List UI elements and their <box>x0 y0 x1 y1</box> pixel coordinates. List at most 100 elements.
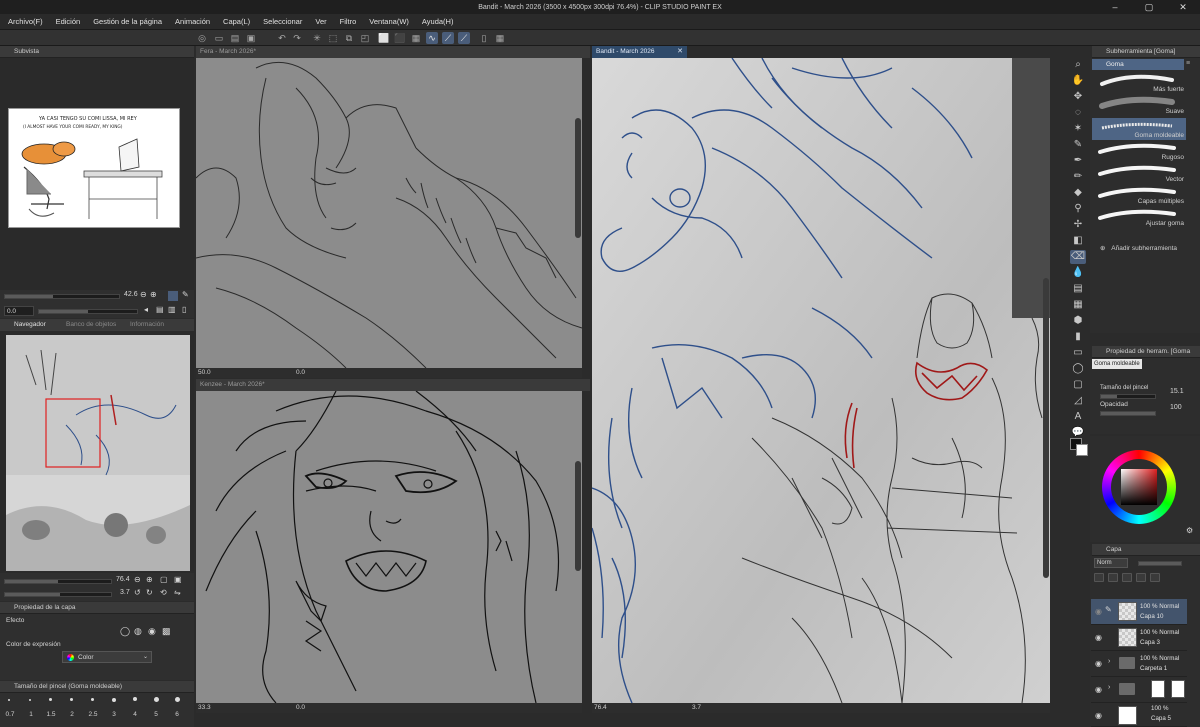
menu-archivo[interactable]: Archivo(F) <box>8 17 43 26</box>
figure-tool-icon[interactable]: ▦ <box>1070 298 1086 312</box>
effect-extract-icon[interactable]: ◉ <box>148 626 156 637</box>
text-tool-icon[interactable]: A <box>1070 410 1086 424</box>
airbrush-tool-icon[interactable]: ⚲ <box>1070 202 1086 216</box>
gradient-tool-icon[interactable]: ▤ <box>1070 282 1086 296</box>
brush-size-chip-8[interactable]: 5 <box>146 711 166 718</box>
layer-row-capa-3[interactable]: ◉ 100 % Normal Capa 3 <box>1091 625 1187 651</box>
eyedropper-tool-icon[interactable]: ✎ <box>1070 138 1086 152</box>
zoom-out-icon[interactable]: ⊖ <box>140 290 147 299</box>
new-folder-icon[interactable] <box>1122 573 1132 582</box>
sub-tool-vector[interactable]: Vector <box>1092 162 1186 184</box>
crop-icon[interactable]: ◰ <box>359 32 371 44</box>
tab-fera[interactable]: Fera - March 2026* <box>196 46 590 58</box>
navigator-preview[interactable] <box>6 335 190 571</box>
brush-size-chip-4[interactable]: 2 <box>62 711 82 718</box>
maximize-button[interactable]: ▢ <box>1132 0 1166 14</box>
lock-layer-icon[interactable] <box>1150 573 1160 582</box>
bandit-scrollbar[interactable] <box>1043 278 1049 578</box>
ruler-tool-icon[interactable]: ◿ <box>1070 394 1086 408</box>
blend-mode-select[interactable]: Norm <box>1094 558 1128 568</box>
tablet-icon[interactable]: ▯ <box>478 32 490 44</box>
panel-tool-icon[interactable]: ▭ <box>1070 346 1086 360</box>
sub-tool-menu-icon[interactable]: ≡ <box>1186 60 1190 67</box>
nav-zoom-in-icon[interactable]: ⊕ <box>146 575 153 584</box>
navigator-rotate-slider[interactable] <box>4 592 112 597</box>
fit-screen-icon[interactable]: ▢ <box>160 575 168 584</box>
rotate-left-icon[interactable]: ↺ <box>134 588 141 597</box>
menu-ver[interactable]: Ver <box>315 17 326 26</box>
effect-tone-icon[interactable]: ◍ <box>134 626 142 637</box>
layer-visibility-icon[interactable]: ◉ <box>1095 607 1102 616</box>
transform-icon[interactable]: ⧉ <box>343 32 355 44</box>
open-file-icon[interactable]: ▤ <box>229 32 241 44</box>
flip-icon[interactable]: ⇋ <box>174 588 181 597</box>
sub-tool-capas-multiples[interactable]: Capas múltiples <box>1092 184 1186 206</box>
move-tool-icon[interactable]: ✥ <box>1070 90 1086 104</box>
save-icon[interactable]: ▣ <box>245 32 257 44</box>
layer-row-folder-2[interactable]: ◉ › <box>1091 677 1187 703</box>
invert-selection-icon[interactable]: ⬛ <box>394 32 406 44</box>
fill-icon[interactable]: ⬚ <box>327 32 339 44</box>
canvas-fera[interactable] <box>196 58 582 368</box>
tab-kenzee[interactable]: Kenzee - March 2026* <box>196 379 590 391</box>
opacity-slider[interactable] <box>1100 411 1156 416</box>
pencil-tool-icon[interactable]: ✏ <box>1070 170 1086 184</box>
tab-bandit[interactable]: Bandit - March 2026 ✕ <box>592 46 687 58</box>
prev-icon[interactable]: ◂ <box>144 305 148 314</box>
effect-border-icon[interactable]: ◯ <box>120 626 130 637</box>
zoom-in-icon[interactable]: ⊕ <box>150 290 157 299</box>
reset-rotation-icon[interactable]: ⟲ <box>160 588 167 597</box>
sub-color-swatch[interactable] <box>1076 444 1088 456</box>
brush-tool-icon[interactable]: ◆ <box>1070 186 1086 200</box>
subview-rotate-slider[interactable] <box>38 309 138 314</box>
pan-icon[interactable] <box>168 291 178 301</box>
trash-icon[interactable]: ▯ <box>182 305 186 314</box>
eraser-tool-icon[interactable]: ⌫ <box>1070 250 1086 264</box>
brush-size-chip-1[interactable]: 0.7 <box>0 711 20 718</box>
frame-tool-icon[interactable]: ▢ <box>1070 378 1086 392</box>
snap-ruler-icon[interactable]: ⟋ <box>442 32 454 44</box>
new-file-icon[interactable]: ▭ <box>213 32 225 44</box>
brush-size-slider[interactable] <box>1100 394 1156 399</box>
menu-filtro[interactable]: Filtro <box>340 17 357 26</box>
canvas-kenzee[interactable] <box>196 391 582 703</box>
chevron-right-icon[interactable]: › <box>1108 684 1110 691</box>
sub-tool-group-tab[interactable]: Goma <box>1092 59 1184 70</box>
clear-icon[interactable]: ✳ <box>311 32 323 44</box>
layer-visibility-icon[interactable]: ◉ <box>1095 685 1102 694</box>
layer-row-carpeta-1[interactable]: ◉ › 100 % Normal Carpeta 1 <box>1091 651 1187 677</box>
add-sub-tool-button[interactable]: ⊕ Añadir subherramienta <box>1100 244 1177 252</box>
open-folder-icon[interactable]: ▤ <box>156 305 164 314</box>
clip-studio-icon[interactable]: ◎ <box>196 32 208 44</box>
rotate-right-icon[interactable]: ↻ <box>146 588 153 597</box>
close-window-button[interactable]: ✕ <box>1166 0 1200 14</box>
menu-ventana[interactable]: Ventana(W) <box>369 17 409 26</box>
tab-navegador[interactable]: Navegador <box>14 319 46 331</box>
sub-tool-suave[interactable]: Suave <box>1092 94 1186 116</box>
navigator-zoom-slider[interactable] <box>4 579 112 584</box>
menu-gestion-pagina[interactable]: Gestión de la página <box>93 17 162 26</box>
sub-tool-ajustar-goma[interactable]: Ajustar goma <box>1092 206 1186 228</box>
layer-opacity-slider[interactable] <box>1138 561 1182 566</box>
lasso-tool-icon[interactable]: ◌ <box>1070 106 1086 120</box>
show-selection-icon[interactable]: ▦ <box>410 32 422 44</box>
layer-visibility-icon[interactable]: ◉ <box>1095 659 1102 668</box>
brush-size-chip-2[interactable]: 1 <box>21 711 41 718</box>
kenzee-scrollbar[interactable] <box>575 461 581 571</box>
sub-tool-mas-fuerte[interactable]: Más fuerte <box>1092 72 1186 94</box>
nav-zoom-out-icon[interactable]: ⊖ <box>134 575 141 584</box>
color-saturation-square[interactable] <box>1121 469 1157 505</box>
snap-special-ruler-icon[interactable]: ⟋ <box>458 32 470 44</box>
menu-capa[interactable]: Capa(L) <box>223 17 250 26</box>
minimize-button[interactable]: – <box>1098 0 1132 14</box>
undo-icon[interactable]: ↶ <box>276 32 288 44</box>
deselect-icon[interactable]: ⬜ <box>378 32 390 44</box>
bucket-icon[interactable]: ⬢ <box>1070 314 1086 328</box>
sub-tool-goma-moldeable[interactable]: Goma moldeable <box>1092 118 1186 140</box>
new-vector-layer-icon[interactable] <box>1108 573 1118 582</box>
stabilizer-icon[interactable]: ∿ <box>426 32 438 44</box>
blend-tool-icon[interactable]: 💧 <box>1070 266 1086 280</box>
brush-size-chip-6[interactable]: 3 <box>104 711 124 718</box>
menu-edicion[interactable]: Edición <box>56 17 81 26</box>
brush-size-chip-7[interactable]: 4 <box>125 711 145 718</box>
